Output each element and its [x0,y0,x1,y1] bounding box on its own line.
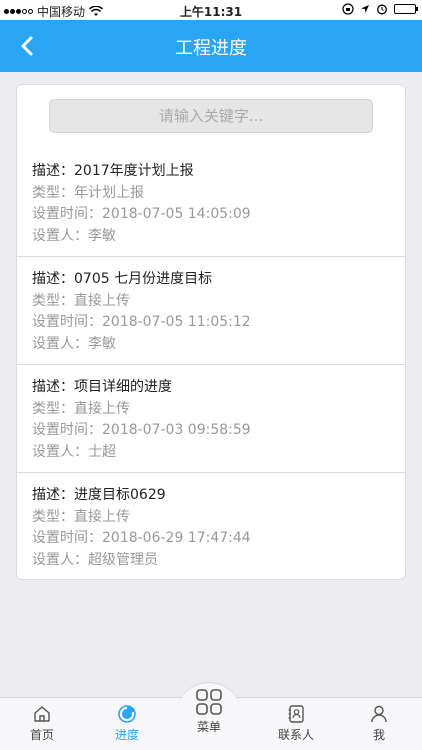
type-label: 类型： [32,292,74,309]
type-value: 直接上传 [74,508,130,525]
desc-value: 0705 七月份进度目标 [74,271,213,287]
user-icon [371,705,387,723]
time-label: 设置时间： [32,206,102,222]
setter-label: 设置人： [32,443,88,460]
time-label: 设置时间： [32,314,102,330]
type-value: 直接上传 [74,292,130,309]
tab-label: 首页 [29,728,54,742]
location-icon [361,5,369,13]
type-label: 类型： [32,400,74,417]
desc-value: 项目详细的进度 [74,379,172,395]
setter-label: 设置人： [32,227,88,244]
tab-label: 菜单 [196,720,221,734]
nav-bar: 工程进度 [0,20,422,72]
type-label: 类型： [32,184,74,201]
desc-label: 描述： [32,163,74,179]
tab-me[interactable]: 我 [349,704,409,743]
time-value: 2018-06-29 17:47:44 [102,530,251,546]
progress-icon [118,705,136,723]
time-value: 2018-07-03 09:58:59 [102,422,251,438]
setter-value: 李敏 [88,335,116,352]
contacts-icon [288,705,304,723]
tab-contacts[interactable]: 联系人 [266,704,326,743]
time-value: 2018-07-05 11:05:12 [102,314,251,330]
desc-label: 描述： [32,379,74,395]
tab-home[interactable]: 首页 [12,704,72,743]
setter-label: 设置人： [32,551,88,568]
list-item[interactable]: 描述：0705 七月份进度目标 类型：直接上传 设置时间：2018-07-05 … [17,257,405,365]
battery-icon [394,4,418,14]
type-value: 年计划上报 [74,184,144,201]
tab-label: 进度 [114,728,139,742]
menu-grid-icon [196,689,222,715]
page-title: 工程进度 [175,38,247,59]
list-item[interactable]: 描述：项目详细的进度 类型：直接上传 设置时间：2018-07-03 09:58… [17,365,405,473]
tab-label: 我 [372,728,385,742]
alarm-icon [377,4,387,15]
setter-value: 超级管理员 [88,551,158,568]
rotation-lock-icon [342,3,354,15]
list-item[interactable]: 描述：2017年度计划上报 类型：年计划上报 设置时间：2018-07-05 1… [17,149,405,257]
tab-menu[interactable]: 菜单 [179,688,239,735]
tab-label: 联系人 [277,728,314,742]
type-value: 直接上传 [74,400,130,417]
tab-bar: 首页 进度 菜单 联系人 我 [0,682,422,750]
progress-list: 描述：2017年度计划上报 类型：年计划上报 设置时间：2018-07-05 1… [17,149,405,581]
home-icon [34,706,50,722]
type-label: 类型： [32,508,74,525]
desc-value: 进度目标0629 [74,487,166,503]
setter-label: 设置人： [32,335,88,352]
tab-progress[interactable]: 进度 [97,704,157,743]
time-value: 2018-07-05 14:05:09 [102,206,251,222]
search-input[interactable]: 请输入关键字... [49,99,373,133]
time-label: 设置时间： [32,422,102,438]
progress-card: 请输入关键字... 描述：2017年度计划上报 类型：年计划上报 设置时间：20… [16,84,406,580]
time-label: 设置时间： [32,530,102,546]
list-item[interactable]: 描述：进度目标0629 类型：直接上传 设置时间：2018-06-29 17:4… [17,473,405,581]
desc-value: 2017年度计划上报 [74,163,194,179]
desc-label: 描述： [32,487,74,503]
setter-value: 李敏 [88,227,116,244]
status-bar: 中国移动 上午11:31 [0,0,422,20]
desc-label: 描述： [32,271,74,287]
setter-value: 士超 [88,443,116,460]
